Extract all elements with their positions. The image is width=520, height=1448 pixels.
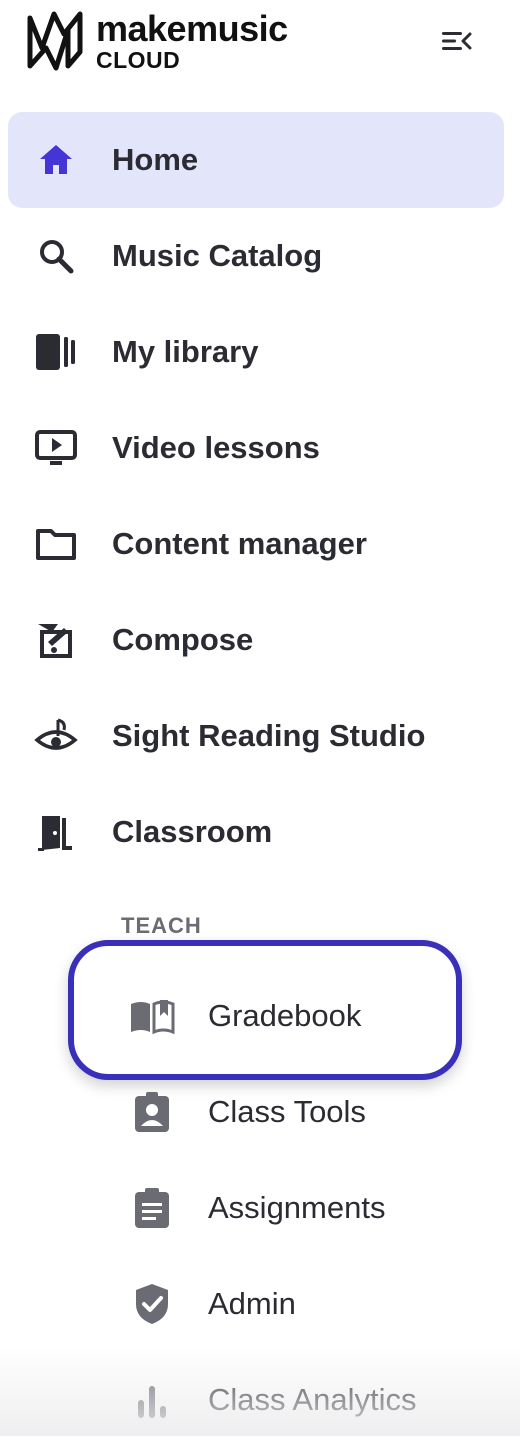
- menu-collapse-icon: [442, 32, 472, 50]
- compose-icon: [34, 618, 78, 662]
- nav-label: My library: [112, 334, 259, 369]
- nav-item-class-analytics[interactable]: Class Analytics: [0, 1352, 520, 1448]
- bar-chart-icon: [128, 1376, 176, 1424]
- sub-nav-label: Class Tools: [208, 1094, 366, 1129]
- makemusic-cloud-logo[interactable]: makemusic CLOUD: [24, 6, 288, 76]
- brand-sub: CLOUD: [96, 46, 181, 73]
- nav-item-class-tools[interactable]: Class Tools: [0, 1064, 520, 1160]
- nav-item-music-catalog[interactable]: Music Catalog: [8, 208, 504, 304]
- nav-label: Home: [112, 142, 199, 177]
- collapse-sidebar-button[interactable]: [434, 24, 478, 58]
- sub-nav-label: Gradebook: [208, 998, 362, 1033]
- nav-label: Video lessons: [112, 430, 320, 465]
- search-icon: [34, 234, 78, 278]
- nav-item-admin[interactable]: Admin: [0, 1256, 520, 1352]
- folder-icon: [34, 522, 78, 566]
- nav-item-video-lessons[interactable]: Video lessons: [8, 400, 504, 496]
- nav-item-content-manager[interactable]: Content manager: [8, 496, 504, 592]
- shield-check-icon: [128, 1280, 176, 1328]
- nav-item-sight-reading-studio[interactable]: Sight Reading Studio: [8, 688, 504, 784]
- nav-label: Sight Reading Studio: [112, 718, 426, 753]
- home-icon: [34, 138, 78, 182]
- nav-label: Classroom: [112, 814, 273, 849]
- nav-item-home[interactable]: Home: [8, 112, 504, 208]
- nav-item-assignments[interactable]: Assignments: [0, 1160, 520, 1256]
- clipboard-icon: [128, 1184, 176, 1232]
- nav-label: Compose: [112, 622, 254, 657]
- nav-label: Content manager: [112, 526, 367, 561]
- door-icon: [34, 810, 78, 854]
- library-icon: [34, 330, 78, 374]
- makemusic-logo-icon: [27, 11, 83, 71]
- nav-label: Music Catalog: [112, 238, 323, 273]
- nav-item-gradebook[interactable]: Gradebook: [0, 968, 520, 1064]
- main-nav: Home Music Catalog My library Video less…: [0, 112, 520, 880]
- sidebar-header: makemusic CLOUD: [0, 0, 520, 100]
- section-label-teach: TEACH: [121, 913, 202, 938]
- book-icon: [128, 992, 176, 1040]
- nav-item-classroom[interactable]: Classroom: [8, 784, 504, 880]
- badge-icon: [128, 1088, 176, 1136]
- nav-item-my-library[interactable]: My library: [8, 304, 504, 400]
- eye-music-icon: [34, 714, 78, 758]
- video-icon: [34, 426, 78, 470]
- nav-item-compose[interactable]: Compose: [8, 592, 504, 688]
- sub-nav-label: Admin: [208, 1286, 296, 1321]
- sub-nav-label: Class Analytics: [208, 1382, 417, 1417]
- brand-name: makemusic: [96, 7, 288, 49]
- sub-nav-label: Assignments: [208, 1190, 386, 1225]
